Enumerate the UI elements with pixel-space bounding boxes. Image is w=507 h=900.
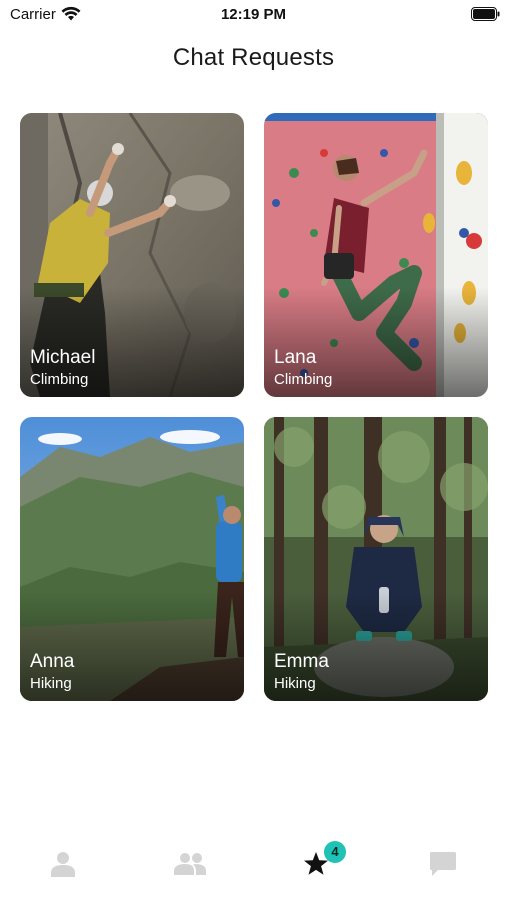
card-activity: Climbing [274, 371, 333, 388]
request-card-emma[interactable]: Emma Hiking [264, 417, 488, 701]
status-time: 12:19 PM [220, 6, 287, 23]
status-bar: Carrier 12:19 PM [0, 0, 507, 28]
card-activity: Hiking [274, 675, 316, 692]
tab-profile[interactable] [0, 836, 126, 892]
chat-bubble-icon [430, 852, 456, 876]
tab-messages[interactable] [380, 836, 506, 892]
tab-bar: 4 [0, 836, 507, 892]
card-activity: Climbing [30, 371, 89, 388]
tab-people[interactable] [127, 836, 253, 892]
card-name: Michael [30, 347, 96, 368]
card-activity: Hiking [30, 675, 72, 692]
notification-badge: 4 [324, 841, 346, 863]
card-name: Anna [30, 651, 75, 672]
request-card-lana[interactable]: Lana Climbing [264, 113, 488, 397]
page-title: Chat Requests [172, 44, 335, 71]
tab-requests[interactable]: 4 [253, 836, 379, 892]
battery-icon [471, 7, 500, 21]
person-icon [51, 852, 75, 877]
card-name: Lana [274, 347, 317, 368]
request-card-michael[interactable]: Michael Climbing [20, 113, 244, 397]
request-card-anna[interactable]: Anna Hiking [20, 417, 244, 701]
people-icon [174, 853, 206, 875]
card-name: Emma [274, 651, 329, 672]
